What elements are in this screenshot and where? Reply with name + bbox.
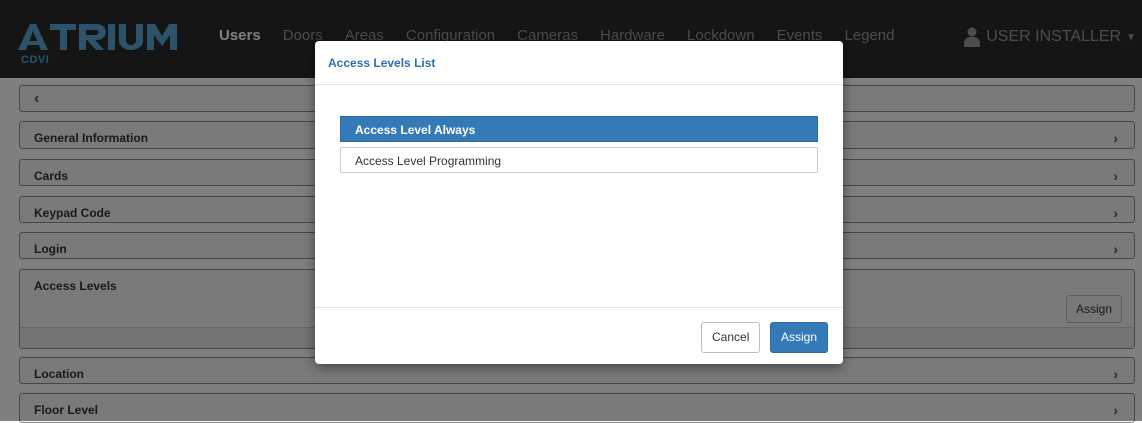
- list-item-access-level-always[interactable]: Access Level Always: [340, 116, 818, 142]
- modal-header: Access Levels List: [315, 41, 843, 85]
- list-item-access-level-programming[interactable]: Access Level Programming: [340, 147, 818, 173]
- access-levels-list: Access Level Always Access Level Program…: [340, 116, 818, 173]
- assign-button[interactable]: Assign: [770, 322, 829, 353]
- cancel-button[interactable]: Cancel: [701, 322, 761, 353]
- modal-title: Access Levels List: [328, 56, 436, 70]
- access-levels-modal: Access Levels List Access Level Always A…: [315, 41, 843, 364]
- modal-footer: Cancel Assign: [315, 307, 843, 364]
